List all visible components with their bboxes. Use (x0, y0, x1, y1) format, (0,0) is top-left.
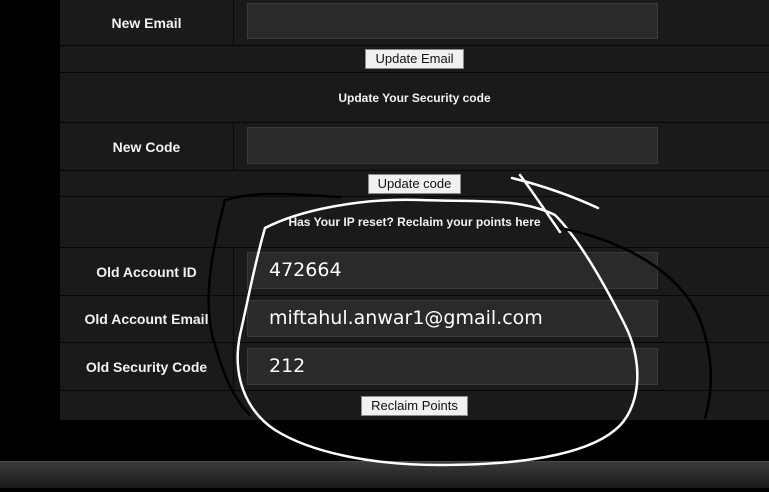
security-section-header: Update Your Security code (60, 73, 769, 123)
old-account-email-input[interactable]: miftahul.anwar1@gmail.com (247, 300, 658, 337)
old-security-code-label: Old Security Code (60, 343, 234, 390)
update-email-button[interactable]: Update Email (365, 49, 464, 69)
footer-bar (0, 461, 769, 488)
update-code-row: Update code (60, 171, 769, 197)
old-account-id-label: Old Account ID (60, 248, 234, 295)
new-code-label: New Code (60, 123, 234, 170)
reclaim-section-header: Has Your IP reset? Reclaim your points h… (60, 197, 769, 248)
security-section-title: Update Your Security code (338, 90, 491, 105)
reclaim-points-button[interactable]: Reclaim Points (361, 395, 468, 416)
reclaim-points-row: Reclaim Points (60, 391, 769, 420)
reclaim-section-title: Has Your IP reset? Reclaim your points h… (288, 215, 541, 229)
old-account-email-label: Old Account Email (60, 296, 234, 342)
old-security-code-input[interactable]: 212 (247, 348, 658, 385)
update-email-row: Update Email (60, 46, 769, 73)
new-email-label: New Email (60, 0, 234, 45)
old-account-id-input[interactable]: 472664 (247, 252, 658, 289)
update-code-button[interactable]: Update code (367, 173, 462, 194)
new-code-input[interactable] (247, 127, 658, 164)
new-email-input[interactable] (247, 3, 658, 39)
